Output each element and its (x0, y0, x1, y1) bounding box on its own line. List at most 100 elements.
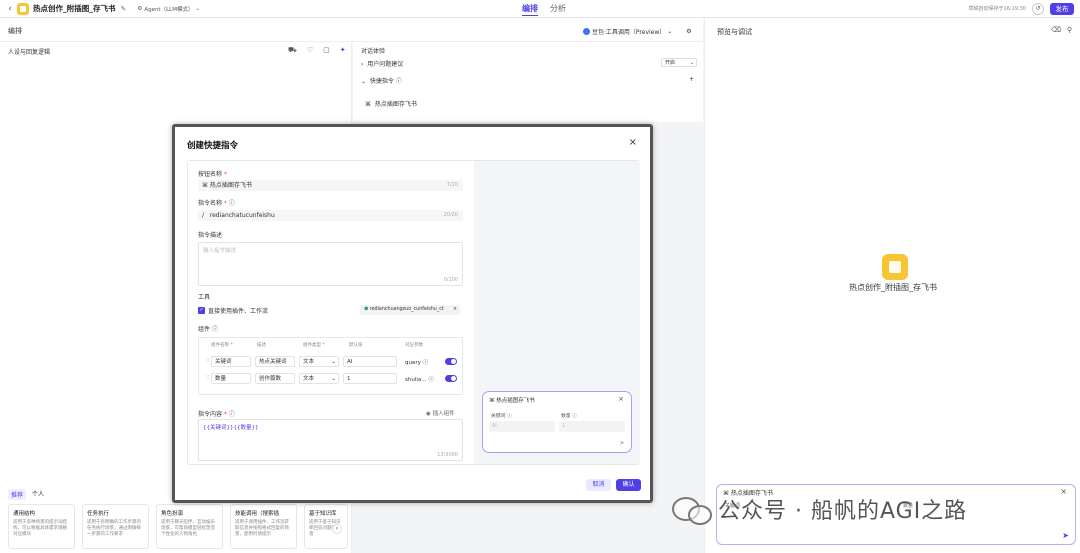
suggest-select[interactable]: 开启 ⌄ (661, 58, 697, 67)
info-icon: ⓘ (572, 414, 577, 419)
component-type-select[interactable]: 文本 ⌄ (299, 356, 339, 367)
agent-icon: ⚙ (137, 5, 143, 12)
template-card[interactable]: 角色扮演 适用于聊天陪伴、互动娱乐场景，可帮助模型轻松塑造个性化的人物角色 (156, 504, 223, 549)
tab-personal[interactable]: 个人 (32, 489, 44, 500)
info-icon: ⓘ (211, 326, 218, 333)
component-name-input[interactable]: 关键词 (211, 356, 251, 367)
send-icon[interactable]: ➤ (1062, 531, 1069, 540)
shortcut-preview-card: ⌘ 热点插图存飞书 × 关键词 ⓘ 数量 ⓘ AI 1 ➤ (482, 391, 632, 453)
tab-analysis[interactable]: 分析 (550, 3, 566, 16)
agent-mode-label: Agent（LLM模式） (144, 6, 194, 13)
tab-orchestrate[interactable]: 编排 (522, 3, 538, 16)
shortcut-icon: ⌘ (202, 182, 208, 189)
autosave-status: 草稿自动保存于16:19:30 (968, 6, 1026, 12)
publish-button[interactable]: 发布 (1050, 3, 1074, 15)
command-name-value: redianchatucunfeishu (209, 212, 275, 219)
command-content-count: 13/3000 (437, 452, 458, 458)
model-select[interactable]: 豆包·工具调用（Preview） ⌄ ⚙ (583, 27, 692, 36)
confirm-button[interactable]: 确认 (616, 479, 641, 491)
template-card-title: 任务执行 (87, 511, 110, 517)
component-default-input[interactable]: AI (343, 356, 397, 367)
lightbulb-icon[interactable]: ♡ (307, 46, 313, 55)
add-shortcut-button[interactable]: + (689, 76, 694, 83)
use-plugin-label: 直接使用插件、工作流 (208, 308, 269, 315)
component-desc-input[interactable]: 热点关键词 (255, 356, 295, 367)
command-desc-label: 指令描述 (198, 232, 223, 239)
chevron-down-icon: ⌄ (331, 359, 336, 365)
command-content-textarea[interactable]: {{关键词}}{{数量}} 13/3000 (198, 419, 463, 461)
template-card-desc: 适用于有明确的工作步骤的任务执行场景，通过明确每一步骤的工作要求 (87, 520, 141, 537)
orchestrate-title: 编排 (8, 27, 22, 35)
insert-component-button[interactable]: ◉ 插入组件 (426, 409, 455, 417)
chevron-right-icon[interactable]: › (332, 524, 342, 534)
clear-icon[interactable]: ⌫ (1051, 26, 1061, 34)
preview-keyword-input[interactable]: AI (489, 421, 555, 432)
remove-icon[interactable]: × (453, 305, 457, 315)
model-icon (583, 28, 590, 35)
component-type-select[interactable]: 文本 ⌄ (299, 373, 339, 384)
template-cards: 通用结构 适用于多种场景的提示词结构，可以根据具体需求增删对应模块 任务执行适用于… (8, 504, 297, 549)
optimize-icon[interactable]: ✦ (340, 46, 346, 55)
expand-icon[interactable]: ▢ (323, 46, 330, 55)
shortcut-icon: ⌘ (489, 398, 495, 404)
drag-handle-icon[interactable]: ⠿ (206, 358, 210, 364)
shortcut-item-label: 热点插图存飞书 (374, 101, 417, 108)
tool-chip[interactable]: ⬢ redianchuangzuo_cunfeishu_ct × (360, 305, 460, 315)
template-card[interactable]: 任务执行适用于有明确的工作步骤的任务执行场景，通过明确每一步骤的工作要求 (82, 504, 149, 549)
close-icon[interactable]: × (629, 137, 637, 148)
button-name-input[interactable]: ⌘ 热点插图存飞书 7/20 (198, 180, 463, 191)
workflow-icon: ⬢ (364, 307, 369, 312)
template-card-desc: 适用于调用插件、工作流获取信息并按照格式回复的场景，使用时请提示 (235, 520, 289, 537)
send-icon[interactable]: ➤ (619, 439, 625, 447)
settings-icon[interactable]: ⚙ (686, 28, 691, 35)
col-header: 描述 (257, 343, 266, 348)
info-icon: ⓘ (228, 200, 235, 207)
component-param: query ⓘ (405, 360, 429, 366)
car-icon[interactable]: ⛟ (288, 46, 297, 55)
shortcut-item[interactable]: ⌘ 热点插图存飞书 (365, 99, 417, 108)
component-default-input[interactable]: 1 (343, 373, 397, 384)
command-desc-textarea[interactable]: 输入指令描述 0/100 (198, 242, 463, 286)
drag-handle-icon[interactable]: ⠿ (206, 375, 210, 381)
app-name: 热点创作_附插图_存飞书 (33, 4, 116, 13)
tab-recommend[interactable]: 推荐 (8, 489, 27, 500)
template-card[interactable]: 通用结构 适用于多种场景的提示词结构，可以根据具体需求增删对应模块 (8, 504, 75, 549)
agent-mode-select[interactable]: ⚙ Agent（LLM模式） ⌄ (134, 4, 203, 14)
slash-prefix: / (202, 212, 205, 219)
command-desc-count: 0/100 (443, 277, 458, 283)
component-desc-input[interactable]: 创作篇数 (255, 373, 295, 384)
close-icon[interactable]: × (618, 395, 624, 403)
shortcut-row[interactable]: ⌄ 快捷指令 ⓘ (361, 76, 402, 85)
suggest-row[interactable]: › 用户问题建议 (361, 59, 403, 68)
back-arrow-icon[interactable]: ‹ (3, 4, 17, 14)
suggest-value: 开启 (665, 60, 676, 66)
use-plugin-checkbox[interactable]: ✓ 直接使用插件、工作流 (198, 306, 268, 315)
template-card[interactable]: 技能调用（搜索插 适用于调用插件、工作流获取信息并按照格式回复的场景，使用时请提示 (230, 504, 297, 549)
suggest-label: 用户问题建议 (367, 61, 404, 68)
chevron-down-icon: ⌄ (331, 376, 336, 382)
chat-experience-title: 对话体验 (361, 48, 386, 55)
preview-card-title: ⌘ 热点插图存飞书 (489, 398, 535, 404)
component-toggle[interactable] (445, 358, 457, 365)
preview-keyword-label: 关键词 ⓘ (491, 414, 512, 419)
cancel-button[interactable]: 取消 (586, 479, 611, 491)
persona-title: 人设与回复逻辑 (8, 49, 51, 56)
command-name-input[interactable]: / redianchatucunfeishu 20/20 (198, 210, 463, 221)
template-card-title: 基于知识库 (309, 511, 337, 517)
component-name-input[interactable]: 数量 (211, 373, 251, 384)
preview-count-input[interactable]: 1 (559, 421, 625, 432)
model-label: 豆包·工具调用（Preview） (592, 29, 666, 36)
close-icon[interactable]: × (1060, 487, 1067, 496)
main-tabs: 编排 分析 (522, 3, 566, 16)
button-name-value: 热点插图存飞书 (209, 182, 252, 189)
watermark: 公众号 · 船帆的AGI之路 (672, 493, 967, 525)
info-icon: ⓘ (428, 377, 434, 383)
debug-icon[interactable]: ⚲ (1067, 26, 1072, 34)
persona-toolbar: ⛟ ♡ ▢ ✦ (288, 46, 346, 55)
history-icon[interactable]: ↺ (1032, 3, 1044, 15)
template-card-title: 通用结构 (13, 511, 36, 517)
preview-count-label: 数量 ⓘ (561, 414, 577, 419)
component-toggle[interactable] (445, 375, 457, 382)
tools-label: 工具 (198, 294, 211, 301)
edit-icon[interactable]: ✎ (121, 5, 127, 13)
